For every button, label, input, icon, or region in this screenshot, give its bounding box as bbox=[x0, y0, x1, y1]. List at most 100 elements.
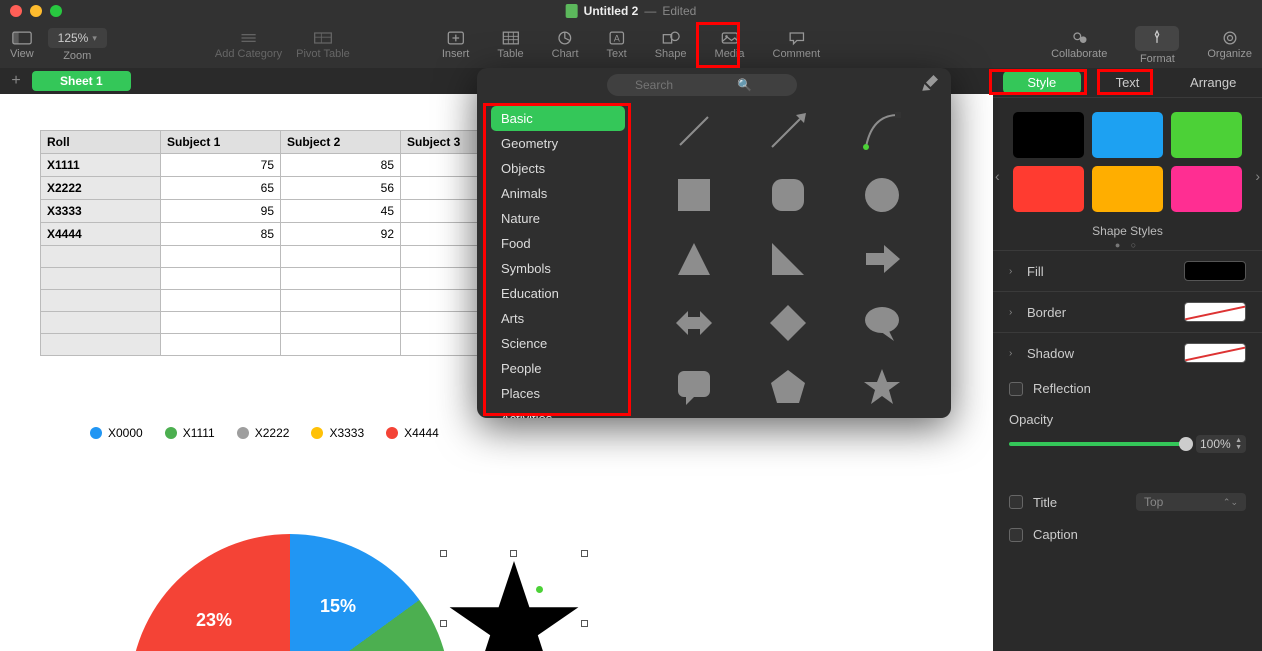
shape-category-symbols[interactable]: Symbols bbox=[491, 256, 625, 281]
pie-slice-label: 15% bbox=[320, 596, 356, 617]
table-row[interactable] bbox=[41, 312, 521, 334]
inspector-tab-text[interactable]: Text bbox=[1089, 71, 1167, 94]
table-row[interactable]: X33339545 bbox=[41, 200, 521, 223]
shadow-swatch[interactable] bbox=[1184, 343, 1246, 363]
fill-color-swatch[interactable] bbox=[1184, 261, 1246, 281]
rotation-handle[interactable] bbox=[536, 586, 543, 593]
square-icon[interactable] bbox=[671, 172, 717, 218]
arrow-right-icon[interactable] bbox=[859, 236, 905, 282]
shape-category-food[interactable]: Food bbox=[491, 231, 625, 256]
window-status: Edited bbox=[662, 4, 696, 18]
comment-button[interactable]: Comment bbox=[773, 30, 821, 60]
triangle-icon[interactable] bbox=[671, 236, 717, 282]
table-row[interactable]: X11117585 bbox=[41, 154, 521, 177]
pentagon-icon[interactable] bbox=[765, 364, 811, 410]
shape-category-activities[interactable]: Activities bbox=[491, 406, 625, 418]
insert-button[interactable]: Insert bbox=[442, 30, 470, 60]
reflection-checkbox[interactable] bbox=[1009, 382, 1023, 396]
view-button[interactable]: View bbox=[10, 30, 34, 60]
minimize-icon[interactable] bbox=[30, 5, 42, 17]
line-icon[interactable] bbox=[671, 108, 717, 154]
shape-category-basic[interactable]: Basic bbox=[491, 106, 625, 131]
search-icon: 🔍 bbox=[737, 78, 752, 92]
fullscreen-icon[interactable] bbox=[50, 5, 62, 17]
style-prev-icon[interactable]: ‹ bbox=[995, 168, 1000, 184]
data-table[interactable]: RollSubject 1Subject 2Subject 3 X1111758… bbox=[40, 130, 521, 356]
pie-chart[interactable]: 15% 20% 23% bbox=[130, 534, 450, 651]
collaborate-button[interactable]: Collaborate bbox=[1051, 30, 1107, 60]
border-swatch[interactable] bbox=[1184, 302, 1246, 322]
curve-icon[interactable] bbox=[859, 108, 905, 154]
inspector-tab-style[interactable]: Style bbox=[1003, 71, 1081, 94]
diamond-icon[interactable] bbox=[765, 300, 811, 346]
draw-shape-icon[interactable] bbox=[917, 75, 941, 96]
close-icon[interactable] bbox=[10, 5, 22, 17]
table-row[interactable]: X44448592 bbox=[41, 223, 521, 246]
fill-row[interactable]: ›Fill bbox=[993, 250, 1262, 291]
shadow-row[interactable]: ›Shadow bbox=[993, 332, 1262, 373]
shape-category-objects[interactable]: Objects bbox=[491, 156, 625, 181]
style-preset-swatch[interactable] bbox=[1171, 166, 1242, 212]
table-row[interactable]: X22226556 bbox=[41, 177, 521, 200]
selected-star-shape[interactable] bbox=[444, 554, 584, 651]
right-triangle-icon[interactable] bbox=[765, 236, 811, 282]
caption-row[interactable]: Caption bbox=[993, 519, 1262, 550]
table-row[interactable] bbox=[41, 334, 521, 356]
column-header[interactable]: Roll bbox=[41, 131, 161, 154]
shape-search-input[interactable] bbox=[607, 74, 797, 96]
caption-checkbox[interactable] bbox=[1009, 528, 1023, 542]
callout-square-icon[interactable] bbox=[671, 364, 717, 410]
sheet-tab[interactable]: Sheet 1 bbox=[32, 71, 131, 91]
shape-category-people[interactable]: People bbox=[491, 356, 625, 381]
reflection-row[interactable]: Reflection bbox=[993, 373, 1262, 404]
column-header[interactable]: Subject 2 bbox=[281, 131, 401, 154]
style-next-icon[interactable]: › bbox=[1255, 168, 1260, 184]
organize-button[interactable]: Organize bbox=[1207, 30, 1252, 60]
table-row[interactable] bbox=[41, 268, 521, 290]
zoom-dropdown[interactable]: 125%▾ bbox=[48, 28, 107, 48]
shape-category-animals[interactable]: Animals bbox=[491, 181, 625, 206]
add-category-button[interactable]: Add Category bbox=[215, 30, 282, 60]
arrow-line-icon[interactable] bbox=[765, 108, 811, 154]
table-row[interactable] bbox=[41, 246, 521, 268]
shape-category-geometry[interactable]: Geometry bbox=[491, 131, 625, 156]
opacity-value-field[interactable]: 100% ▲▼ bbox=[1196, 435, 1246, 453]
shape-button[interactable]: Shape bbox=[655, 30, 687, 60]
table-button[interactable]: Table bbox=[497, 30, 523, 60]
chart-button[interactable]: Chart bbox=[552, 30, 579, 60]
circle-icon[interactable] bbox=[859, 172, 905, 218]
shape-style-presets bbox=[993, 98, 1262, 220]
style-preset-swatch[interactable] bbox=[1013, 112, 1084, 158]
title-checkbox[interactable] bbox=[1009, 495, 1023, 509]
shape-category-nature[interactable]: Nature bbox=[491, 206, 625, 231]
speech-bubble-icon[interactable] bbox=[859, 300, 905, 346]
text-button[interactable]: AText bbox=[607, 30, 627, 60]
add-sheet-button[interactable]: + bbox=[6, 72, 26, 90]
title-position-dropdown[interactable]: Top⌃⌄ bbox=[1136, 493, 1246, 511]
shape-category-arts[interactable]: Arts bbox=[491, 306, 625, 331]
pivot-table-button[interactable]: Pivot Table bbox=[296, 30, 350, 60]
border-row[interactable]: ›Border bbox=[993, 291, 1262, 332]
opacity-slider[interactable] bbox=[1009, 442, 1186, 446]
shape-category-places[interactable]: Places bbox=[491, 381, 625, 406]
star-icon[interactable] bbox=[859, 364, 905, 410]
style-preset-swatch[interactable] bbox=[1092, 112, 1163, 158]
shape-styles-label: Shape Styles bbox=[993, 224, 1262, 238]
inspector-tab-arrange[interactable]: Arrange bbox=[1174, 71, 1252, 94]
style-preset-swatch[interactable] bbox=[1171, 112, 1242, 158]
column-header[interactable]: Subject 1 bbox=[161, 131, 281, 154]
page-dots: ● ○ bbox=[993, 240, 1262, 250]
style-preset-swatch[interactable] bbox=[1013, 166, 1084, 212]
shape-category-science[interactable]: Science bbox=[491, 331, 625, 356]
double-arrow-icon[interactable] bbox=[671, 300, 717, 346]
format-button[interactable]: Format bbox=[1135, 26, 1179, 65]
style-preset-swatch[interactable] bbox=[1092, 166, 1163, 212]
shape-category-education[interactable]: Education bbox=[491, 281, 625, 306]
window-title: Untitled 2 bbox=[584, 4, 639, 18]
legend-item: X2222 bbox=[237, 426, 290, 440]
window-titlebar: Untitled 2 — Edited bbox=[0, 0, 1262, 22]
media-button[interactable]: Media bbox=[715, 30, 745, 60]
table-row[interactable] bbox=[41, 290, 521, 312]
title-row[interactable]: Title Top⌃⌄ bbox=[993, 485, 1262, 519]
rounded-square-icon[interactable] bbox=[765, 172, 811, 218]
